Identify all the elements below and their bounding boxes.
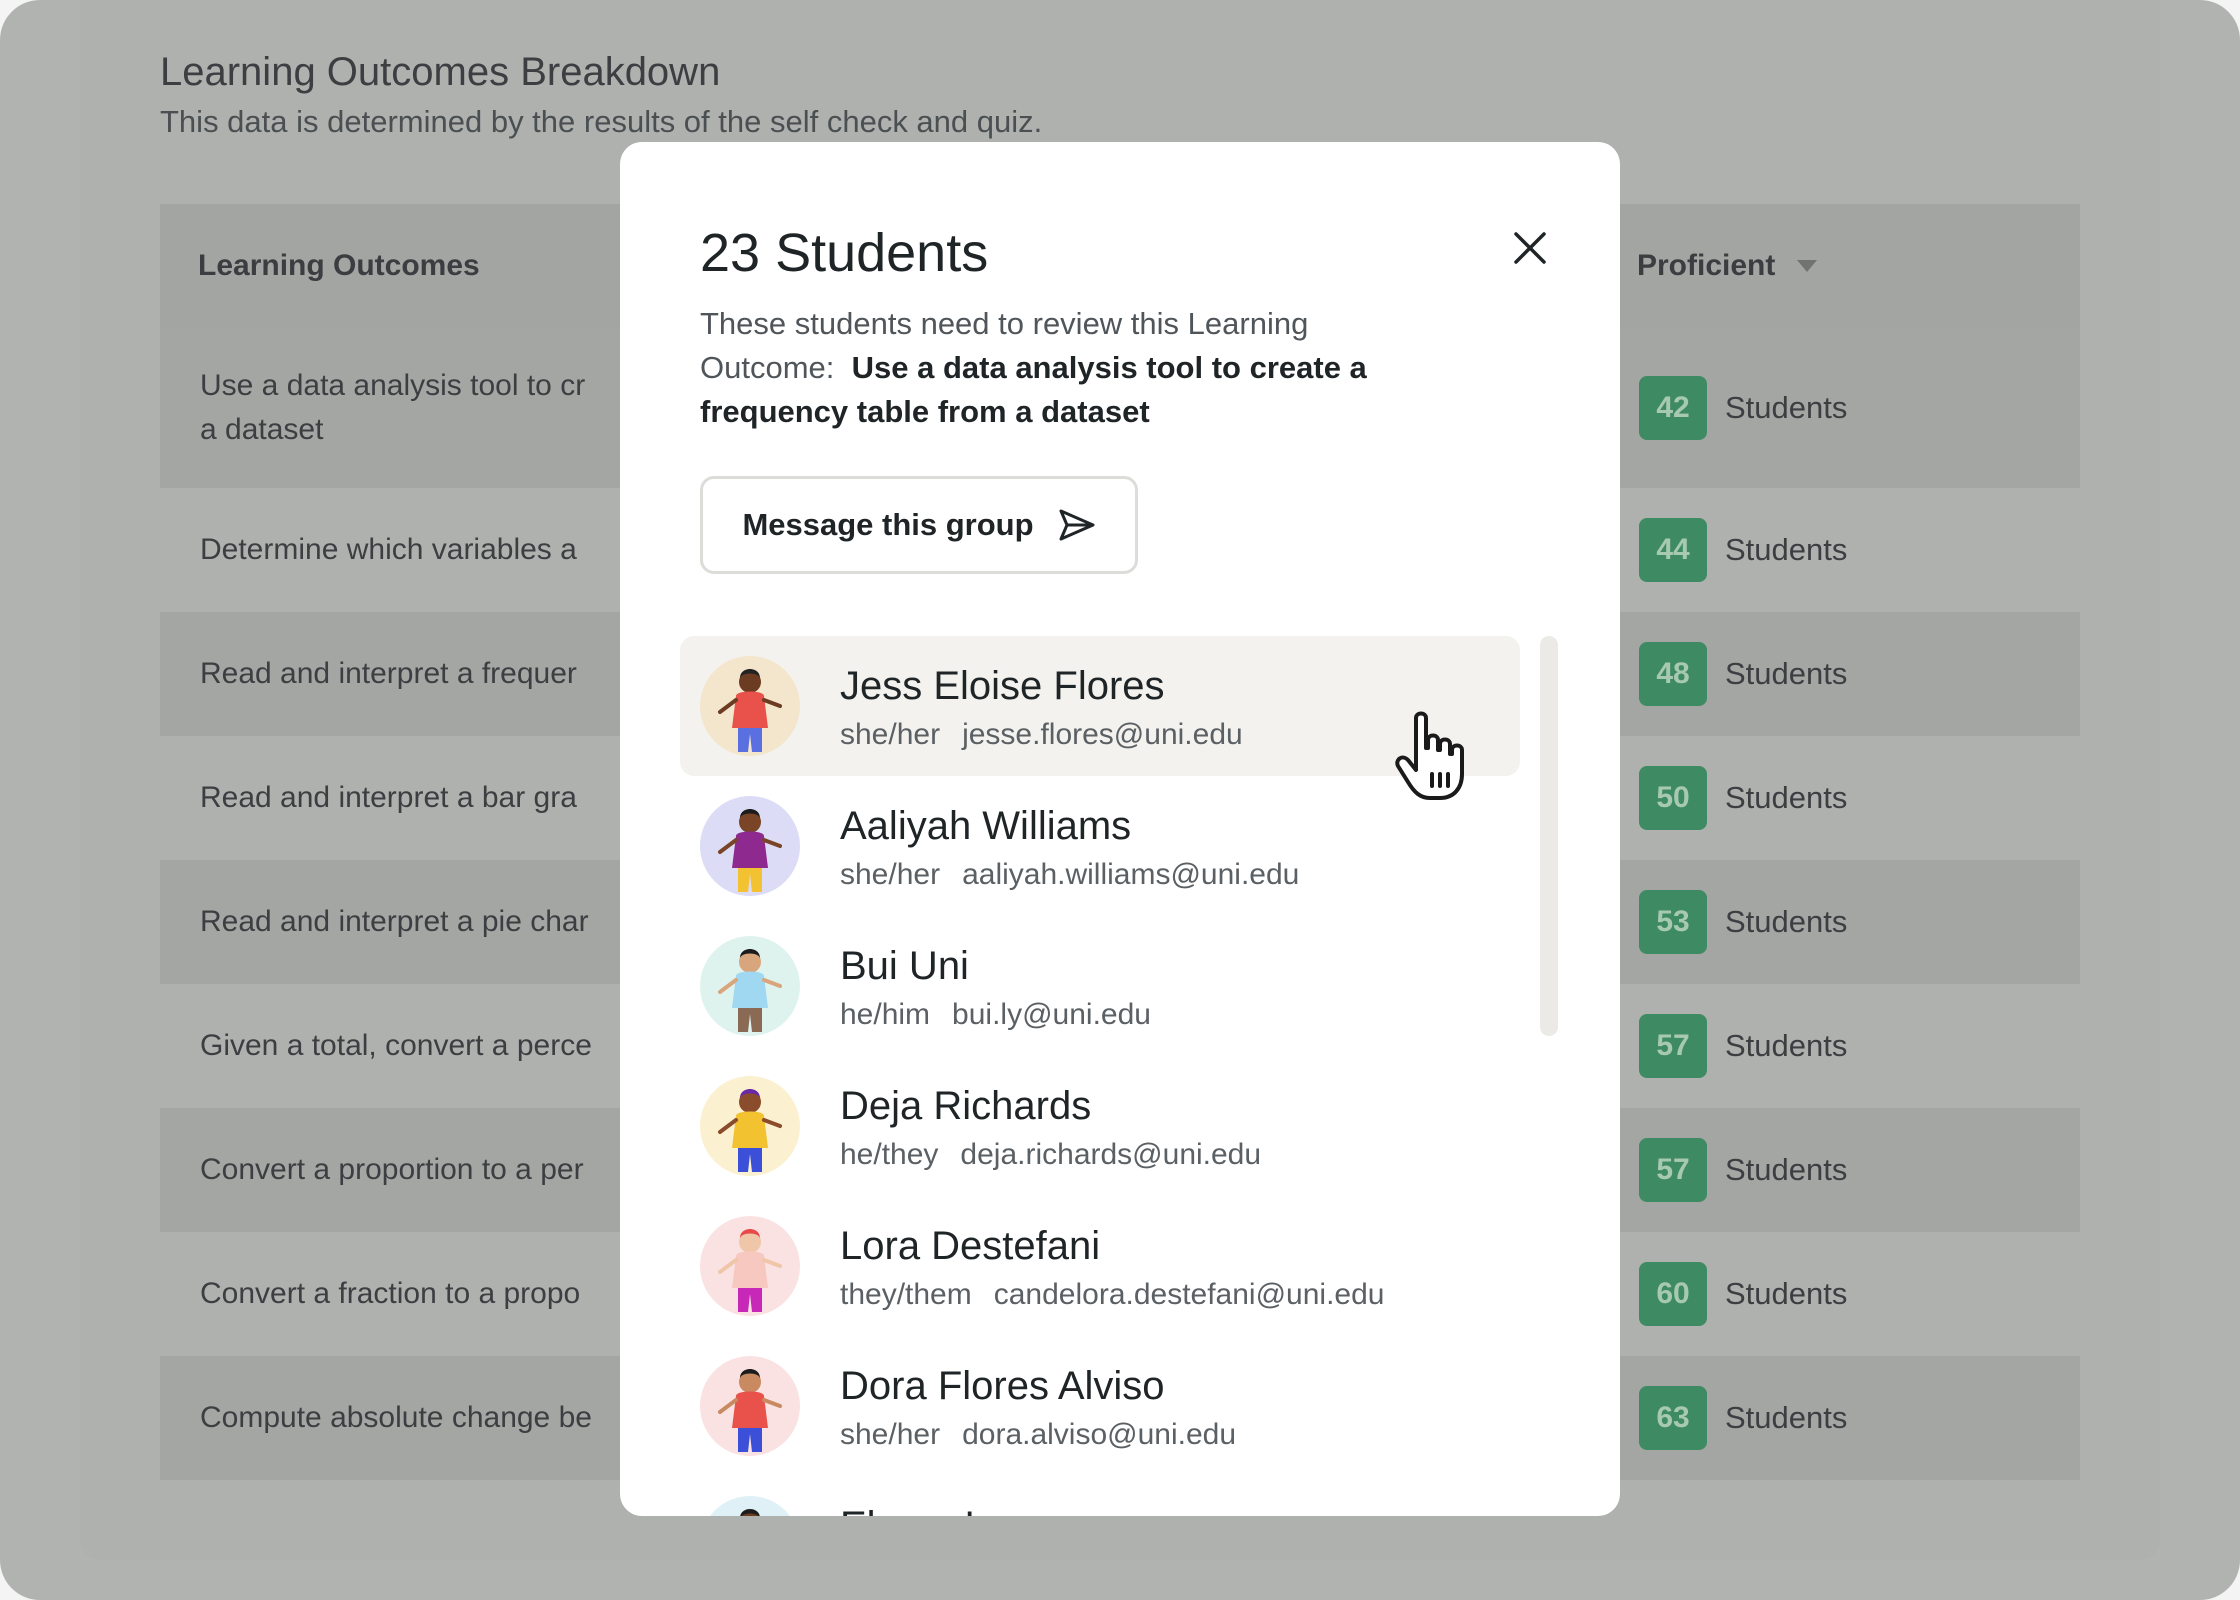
student-meta: she/her dora.alviso@uni.edu [840,1418,1236,1452]
proficient-count[interactable]: 50 Students [1639,766,1847,830]
student-meta: he/him bui.ly@uni.edu [840,998,1151,1032]
col-proficient-label: Proficient [1637,249,1776,282]
close-button[interactable] [1500,218,1560,278]
col-learning-outcomes: Learning Outcomes [198,249,480,282]
person-illustration-icon [718,1089,782,1172]
count-badge: 48 [1639,642,1707,706]
count-unit: Students [1725,532,1848,567]
count-unit: Students [1725,1276,1848,1311]
hand-cursor-icon [1395,711,1464,800]
student-pronouns: she/her [840,858,941,891]
proficient-count[interactable]: 57 Students [1639,1138,1847,1202]
person-illustration-icon [740,1509,760,1516]
students-modal: 23 Students These students need to revie… [620,142,1620,1516]
student-list-item[interactable]: Bui Uni he/him bui.ly@uni.edu [680,916,1520,1056]
count-badge: 53 [1639,890,1707,954]
close-icon [1514,232,1546,264]
col-proficient[interactable]: Proficient [1637,204,1818,328]
student-pronouns: he/they [840,1138,939,1171]
student-email[interactable]: aaliyah.williams@uni.edu [962,858,1299,891]
proficient-count[interactable]: 53 Students [1639,890,1847,954]
avatar [700,1496,800,1516]
proficient-count[interactable]: 60 Students [1639,1262,1847,1326]
student-email[interactable]: jesse.flores@uni.edu [962,718,1243,751]
student-email[interactable]: bui.ly@uni.edu [952,998,1151,1031]
send-icon [1059,509,1095,541]
message-group-label: Message this group [742,507,1034,542]
student-info: Jess Eloise Flores she/her jesse.flores@un… [840,660,1243,752]
student-list-item[interactable]: Ebony Lee [680,1476,1520,1516]
count-badge: 44 [1639,518,1707,582]
student-info: Dora Flores Alviso she/her dora.alviso@uni… [840,1360,1236,1452]
student-info: Lora Destefani they/them candelora.destefa… [840,1220,1384,1312]
student-list-item[interactable]: Deja Richards he/they deja.richards@uni.ed… [680,1056,1520,1196]
person-illustration-icon [718,1229,782,1312]
student-name: Deja Richards [840,1084,1092,1128]
student-pronouns: he/him [840,998,931,1031]
avatar [700,796,800,896]
count-unit: Students [1725,904,1848,939]
student-email[interactable]: dora.alviso@uni.edu [962,1418,1236,1451]
app-frame: Learning Outcomes Breakdown This data is… [0,0,2240,1600]
count-unit: Students [1725,656,1848,691]
student-pronouns: they/them [840,1278,972,1311]
avatar [700,936,800,1036]
count-unit: Students [1725,1028,1848,1063]
person-illustration-icon [718,1369,782,1452]
modal-description: These students need to review this Learn… [700,302,1440,434]
count-badge: 57 [1639,1014,1707,1078]
student-list-scrollbar[interactable] [1540,636,1558,1036]
student-list-item[interactable]: Lora Destefani they/them candelora.destefa… [680,1196,1520,1336]
proficient-count[interactable]: 57 Students [1639,1014,1847,1078]
student-info: Deja Richards he/they deja.richards@uni.ed… [840,1080,1261,1172]
avatar [700,1216,800,1316]
student-email[interactable]: deja.richards@uni.edu [960,1138,1261,1171]
count-badge: 63 [1639,1386,1707,1450]
count-unit: Students [1725,1152,1848,1187]
count-badge: 50 [1639,766,1707,830]
count-badge: 42 [1639,376,1707,440]
proficient-count[interactable]: 44 Students [1639,518,1847,582]
student-meta: he/they deja.richards@uni.edu [840,1138,1261,1172]
avatar [700,1356,800,1456]
message-group-button[interactable]: Message this group [700,476,1138,574]
student-info: Ebony Lee [840,1500,1031,1516]
proficient-count[interactable]: 48 Students [1639,642,1847,706]
student-meta: they/them candelora.destefani@uni.edu [840,1278,1384,1312]
student-meta: she/her aaliyah.williams@uni.edu [840,858,1299,892]
student-info: Aaliyah Williams she/her aaliyah.williams@… [840,800,1299,892]
student-email[interactable]: candelora.destefani@uni.edu [994,1278,1385,1311]
student-meta: she/her jesse.flores@uni.edu [840,718,1243,752]
avatar [700,1076,800,1176]
proficient-count[interactable]: 63 Students [1639,1386,1847,1450]
student-list-item[interactable]: Dora Flores Alviso she/her dora.alviso@uni… [680,1336,1520,1476]
person-illustration-icon [718,809,782,892]
student-name: Lora Destefani [840,1224,1101,1268]
student-name: Bui Uni [840,944,969,988]
student-name: Ebony Lee [840,1500,1031,1516]
count-unit: Students [1725,780,1848,815]
student-name: Dora Flores Alviso [840,1364,1165,1408]
count-badge: 57 [1639,1138,1707,1202]
avatar [700,656,800,756]
modal-title: 23 Students [700,223,989,283]
sort-caret-icon [1797,260,1818,272]
student-pronouns: she/her [840,1418,941,1451]
student-name: Aaliyah Williams [840,804,1132,848]
student-name: Jess Eloise Flores [840,664,1165,708]
student-info: Bui Uni he/him bui.ly@uni.edu [840,940,1151,1032]
page-subtitle: This data is determined by the results o… [160,104,1043,139]
count-unit: Students [1725,1400,1848,1435]
student-pronouns: she/her [840,718,941,751]
person-illustration-icon [718,949,782,1032]
count-unit: Students [1725,390,1848,425]
proficient-count[interactable]: 42 Students [1639,376,1847,440]
person-illustration-icon [718,669,782,752]
count-badge: 60 [1639,1262,1707,1326]
page-title: Learning Outcomes Breakdown [160,50,721,94]
